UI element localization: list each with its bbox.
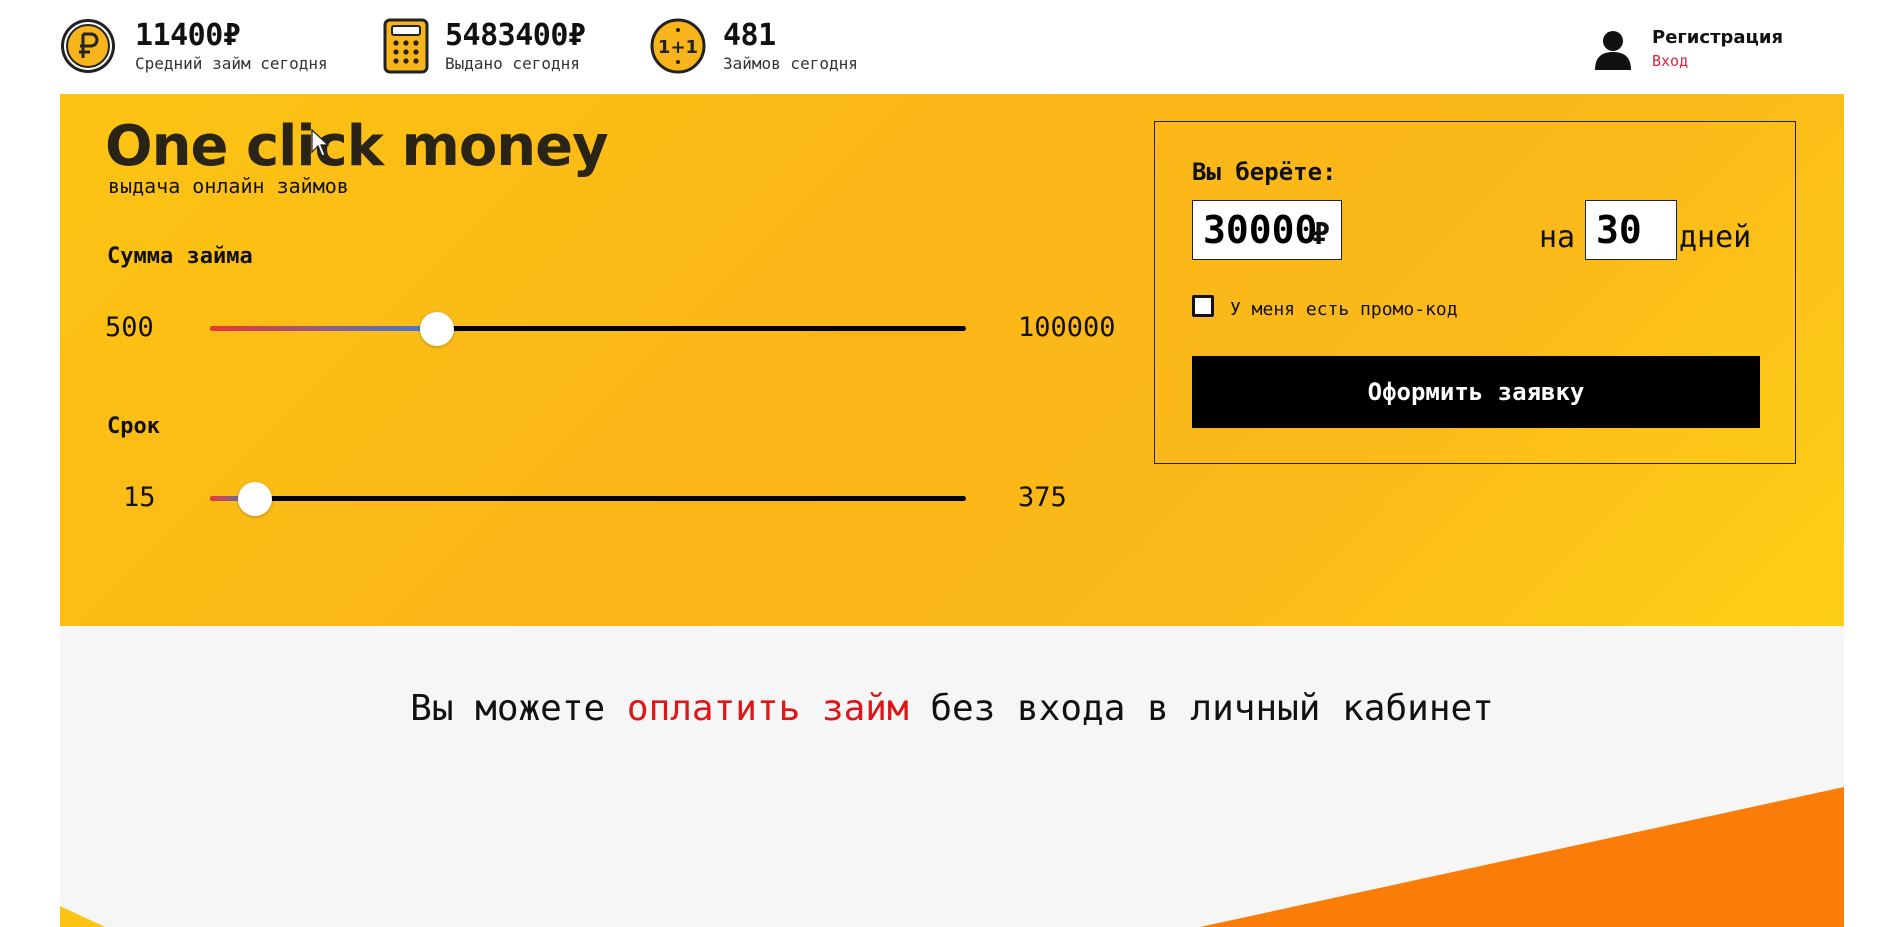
calculator-icon: [383, 18, 429, 74]
pay-loan-link[interactable]: оплатить займ: [627, 688, 909, 729]
amount-max: 100000: [1018, 312, 1116, 343]
amount-slider-label: Сумма займа: [107, 244, 253, 269]
stat-value: 5483400₽: [445, 18, 586, 53]
currency-sign: ₽: [1312, 217, 1331, 252]
user-icon: [1595, 31, 1631, 70]
brand-title: One click money: [105, 114, 609, 179]
stat-label: Средний займ сегодня: [135, 54, 328, 73]
order-panel: Вы берёте: ₽ на дней У меня есть промо-к…: [1154, 121, 1796, 464]
loan-days-input[interactable]: [1585, 200, 1677, 260]
term-prefix-label: на: [1539, 220, 1576, 255]
term-min: 15: [123, 482, 156, 513]
submit-application-button[interactable]: Оформить заявку: [1192, 356, 1760, 428]
promo-code-checkbox[interactable]: [1192, 295, 1214, 317]
svg-text:1+1: 1+1: [658, 37, 698, 58]
days-unit-label: дней: [1679, 220, 1752, 255]
promo-code-label: У меня есть промо-код: [1230, 299, 1458, 320]
amount-slider-handle[interactable]: [419, 312, 454, 346]
amount-slider[interactable]: [210, 312, 966, 346]
mouse-cursor-icon: [311, 128, 330, 157]
pay-text-after: без входа в личный кабинет: [908, 688, 1494, 729]
amount-min: 500: [105, 312, 154, 343]
pay-loan-headline: Вы можете оплатить займ без входа в личн…: [60, 688, 1844, 729]
order-take-label: Вы берёте:: [1192, 158, 1337, 186]
pay-text-before: Вы можете: [410, 688, 627, 729]
term-slider-handle[interactable]: [238, 482, 273, 516]
stat-label: Займов сегодня: [723, 54, 858, 73]
term-max: 375: [1018, 482, 1067, 513]
top-stats-bar: 11400₽ Средний займ сегодня 5483400₽ Выд…: [0, 0, 1903, 94]
stat-label: Выдано сегодня: [445, 54, 580, 73]
account-links: Регистрация Вход: [1595, 27, 1825, 75]
one-plus-one-coin-icon: 1+1: [650, 18, 706, 74]
term-slider[interactable]: [210, 482, 966, 516]
pay-without-login-section: Вы можете оплатить займ без входа в личн…: [60, 626, 1844, 927]
stat-value: 481: [723, 18, 776, 53]
loan-calculator-hero: One click money выдача онлайн займов Сум…: [60, 94, 1844, 626]
decorative-shapes: [60, 787, 1844, 927]
stat-value: 11400₽: [135, 18, 241, 53]
register-link[interactable]: Регистрация: [1652, 27, 1783, 48]
ruble-coin-icon: [61, 19, 115, 73]
brand-tagline: выдача онлайн займов: [108, 174, 349, 198]
amount-slider-fill: [210, 326, 437, 331]
term-slider-label: Срок: [107, 414, 160, 439]
login-link[interactable]: Вход: [1652, 52, 1688, 70]
